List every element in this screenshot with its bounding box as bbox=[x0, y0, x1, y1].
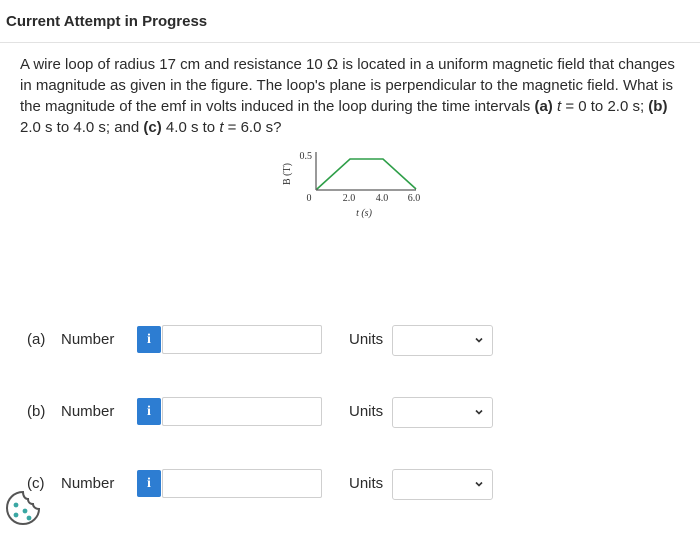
cookie-settings-icon[interactable] bbox=[2, 488, 44, 528]
question-part-b-text: 2.0 s to 4.0 s; and bbox=[20, 119, 144, 136]
page-title: Current Attempt in Progress bbox=[6, 13, 208, 30]
question-text: A wire loop of radius 17 cm and resistan… bbox=[20, 54, 680, 138]
chevron-down-icon bbox=[475, 337, 483, 343]
graph-y-tick: 0.5 bbox=[300, 151, 313, 162]
units-dropdown[interactable] bbox=[392, 469, 493, 500]
number-input[interactable] bbox=[162, 469, 322, 498]
graph-y-label: B (T) bbox=[282, 163, 293, 185]
number-input[interactable] bbox=[162, 325, 322, 354]
chevron-down-icon bbox=[475, 481, 483, 487]
chevron-down-icon bbox=[475, 409, 483, 415]
units-label: Units bbox=[349, 403, 384, 420]
graph-x-tick-3: 6.0 bbox=[408, 193, 421, 204]
question-part-c-label: (c) bbox=[143, 119, 162, 136]
graph-x-tick-2: 4.0 bbox=[376, 193, 389, 204]
number-label: Number bbox=[61, 475, 115, 492]
graph-x-label: t (s) bbox=[356, 208, 373, 219]
units-label: Units bbox=[349, 475, 384, 492]
part-label: (a) bbox=[27, 331, 46, 348]
info-button[interactable]: i bbox=[137, 470, 161, 497]
units-label: Units bbox=[349, 331, 384, 348]
answer-row-b: (b) Number i Units bbox=[0, 395, 700, 429]
answer-row-c: (c) Number i Units bbox=[0, 467, 700, 501]
graph-x-tick-1: 2.0 bbox=[343, 193, 356, 204]
question-part-c-text: 4.0 s to bbox=[161, 119, 220, 136]
page-header: Current Attempt in Progress bbox=[0, 0, 700, 43]
part-label: (b) bbox=[27, 403, 46, 420]
info-button[interactable]: i bbox=[137, 326, 161, 353]
info-button[interactable]: i bbox=[137, 398, 161, 425]
question-part-a-text: = 0 to 2.0 s; bbox=[561, 98, 649, 115]
question-part-a-label: (a) bbox=[534, 98, 553, 115]
field-line bbox=[316, 158, 417, 190]
number-input[interactable] bbox=[162, 397, 322, 426]
field-graph: B (T) 0.5 0 2.0 4.0 6.0 t (s) bbox=[282, 151, 421, 219]
number-label: Number bbox=[61, 403, 115, 420]
graph-x-tick-0: 0 bbox=[307, 193, 312, 204]
question-part-c-end: = 6.0 s? bbox=[223, 119, 282, 136]
number-label: Number bbox=[61, 331, 115, 348]
units-dropdown[interactable] bbox=[392, 397, 493, 428]
units-dropdown[interactable] bbox=[392, 325, 493, 356]
answer-row-a: (a) Number i Units bbox=[0, 323, 700, 357]
question-part-b-label: (b) bbox=[648, 98, 668, 115]
field-figure: B (T) 0.5 0 2.0 4.0 6.0 t (s) bbox=[276, 146, 436, 226]
